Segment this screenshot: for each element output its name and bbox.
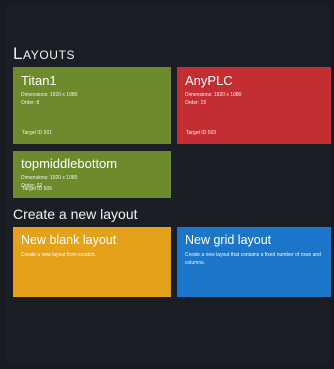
layout-order: Order: 15 [185,100,207,106]
layout-target-id: Target ID 505 [22,186,53,192]
new-grid-layout-description: Create a new layout that contains a fixe… [185,252,321,266]
layout-target-id: Target ID 503 [186,130,217,136]
layout-dimensions: Dimensions: 1920 x 1080 [21,92,78,98]
layout-name: Titan1 [21,73,57,88]
new-grid-layout-button[interactable]: New grid layout Create a new layout that… [177,227,331,297]
create-layout-heading: Create a new layout [13,206,138,222]
page-title: Layouts [13,44,76,63]
layout-tile-topmiddlebottom[interactable]: topmiddlebottom Dimensions: 1920 x 1080 … [13,151,171,198]
layout-name: topmiddlebottom [21,156,118,171]
new-grid-layout-label: New grid layout [185,233,272,247]
new-blank-layout-description: Create a new layout from scratch. [21,252,96,258]
layout-tile-titan1[interactable]: Titan1 Dimensions: 1920 x 1080 Order: 8 … [13,67,171,144]
layout-dimensions: Dimensions: 1920 x 1080 [185,92,242,98]
new-blank-layout-button[interactable]: New blank layout Create a new layout fro… [13,227,171,297]
layout-target-id: Target ID 501 [22,130,53,136]
layout-name: AnyPLC [185,73,233,88]
layout-dimensions: Dimensions: 1920 x 1080 [21,175,78,181]
layout-tile-anyplc[interactable]: AnyPLC Dimensions: 1920 x 1080 Order: 15… [177,67,331,144]
layout-order: Order: 8 [21,100,40,106]
new-blank-layout-label: New blank layout [21,233,117,247]
